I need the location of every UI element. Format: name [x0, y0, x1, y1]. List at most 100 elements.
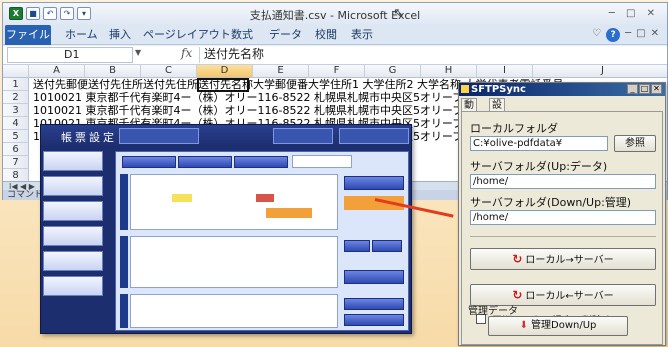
settings-button — [372, 240, 402, 252]
tab-file[interactable]: ファイル — [5, 25, 51, 45]
sync-icon: ↻ — [512, 288, 523, 302]
upload-button[interactable]: ↻ ローカル→サーバー — [470, 248, 656, 270]
column-header[interactable]: D — [197, 65, 253, 78]
sidebar-item — [43, 226, 103, 246]
chevron-down-icon[interactable]: ▼ — [135, 48, 141, 57]
column-header[interactable]: C — [141, 65, 197, 78]
maximize-icon[interactable]: □ — [639, 84, 650, 94]
table-row[interactable]: 1010021 東京都千代有楽町4ー（株）オリー116-8522 札幌県札幌市中… — [33, 104, 507, 117]
sidebar-item — [43, 151, 103, 171]
settings-section-bar — [120, 236, 128, 288]
divider — [470, 236, 656, 237]
column-header[interactable]: A — [29, 65, 85, 78]
formula-bar: D1 ▼ fx 送付先名称 — [3, 46, 667, 65]
settings-highlight — [256, 194, 274, 202]
column-header[interactable]: J — [533, 65, 667, 78]
ribbon-tabs: ファイル ホーム 挿入 ページレイアウト 数式 データ 校閲 表示 ♡ ? ─ … — [3, 25, 667, 45]
manage-download-upload-button[interactable]: ⬇ 管理Down/Up — [488, 316, 628, 336]
settings-tab-button — [119, 128, 199, 144]
settings-sidebar — [43, 151, 109, 331]
settings-button — [344, 270, 404, 284]
favorite-icon[interactable]: ♡ — [592, 28, 601, 42]
formula-input[interactable]: 送付先名称 — [199, 47, 659, 63]
settings-button — [344, 298, 404, 310]
tab-insert[interactable]: 挿入 — [109, 25, 131, 45]
sidebar-item — [43, 201, 103, 221]
settings-section — [130, 236, 338, 288]
tab-formulas[interactable]: 数式 — [231, 25, 253, 45]
manage-button-label: 管理Down/Up — [531, 320, 597, 331]
column-header[interactable]: B — [85, 65, 141, 78]
download-icon: ⬇ — [519, 320, 528, 331]
sftp-title: SFTPSync — [471, 84, 526, 95]
sidebar-item — [43, 176, 103, 196]
restore-icon[interactable]: □ — [636, 28, 645, 42]
mouse-cursor-icon: ⇖ — [393, 6, 404, 21]
row-header[interactable]: 5 — [3, 130, 29, 143]
server-down-field[interactable]: /home/ — [470, 210, 656, 225]
close-icon[interactable]: ✕ — [651, 28, 659, 42]
sidebar-item — [43, 276, 103, 296]
settings-tab-button — [234, 156, 288, 168]
settings-title: 帳票設定 — [61, 131, 117, 144]
column-header[interactable]: G — [365, 65, 421, 78]
settings-tab-button — [178, 156, 232, 168]
close-icon[interactable]: ✕ — [651, 84, 662, 94]
excel-titlebar: X ■ ↶ ↷ ▾ 支払通知書.csv - Microsoft Excel ⇖ … — [3, 3, 667, 25]
window-controls[interactable]: ─ □ ✕ — [609, 8, 659, 19]
help-icon[interactable]: ? — [606, 28, 621, 42]
sidebar-item — [43, 251, 103, 271]
minimize-icon[interactable]: _ — [627, 84, 638, 94]
row-header[interactable]: 1 — [3, 78, 29, 91]
browse-button[interactable]: 参照 — [614, 135, 656, 152]
settings-field — [292, 155, 352, 168]
settings-header: 帳票設定 — [41, 125, 411, 147]
tab-data[interactable]: データ — [269, 25, 302, 45]
settings-tab-button — [339, 128, 409, 144]
settings-tab-button — [273, 128, 333, 144]
column-header[interactable]: H — [421, 65, 477, 78]
sftp-window-controls: _ □ ✕ — [627, 84, 662, 94]
local-folder-field[interactable]: C:¥olive-pdfdata¥ — [470, 136, 608, 151]
row-header[interactable]: 4 — [3, 117, 29, 130]
settings-section-bar — [120, 174, 128, 230]
settings-main-panel — [115, 151, 409, 331]
tab-page-layout[interactable]: ページレイアウト — [143, 25, 231, 45]
table-row[interactable]: 1010021 東京都千代有楽町4ー（株）オリー116-8522 札幌県札幌市中… — [33, 91, 507, 104]
settings-tab-button — [122, 156, 176, 168]
tab-settings[interactable]: 設定 — [489, 98, 505, 124]
sync-icon: ↻ — [512, 252, 523, 266]
settings-section-bar — [120, 294, 128, 328]
row-header[interactable]: 6 — [3, 143, 29, 156]
row-header[interactable]: 7 — [3, 156, 29, 169]
column-header[interactable]: E — [253, 65, 309, 78]
select-all-corner[interactable] — [3, 65, 29, 78]
row-header[interactable]: 8 — [3, 169, 29, 181]
tab-home[interactable]: ホーム — [65, 25, 98, 45]
minimize-icon[interactable]: ─ — [625, 28, 631, 42]
settings-button — [344, 240, 370, 252]
server-down-label: サーバフォルダ(Down/Up:管理) — [470, 196, 632, 209]
settings-highlight — [172, 194, 192, 202]
tab-review[interactable]: 校閲 — [315, 25, 337, 45]
settings-button — [344, 176, 404, 190]
name-box[interactable]: D1 — [7, 47, 133, 63]
column-header[interactable]: I — [477, 65, 533, 78]
fx-icon[interactable]: fx — [181, 46, 192, 60]
tab-view[interactable]: 表示 — [351, 25, 373, 45]
row-header[interactable]: 2 — [3, 91, 29, 104]
row-header[interactable]: 3 — [3, 104, 29, 117]
sftp-titlebar: SFTPSync _ □ ✕ — [459, 83, 665, 96]
local-folder-label: ローカルフォルダ — [470, 122, 558, 135]
download-button-label: ローカル←サーバー — [525, 291, 614, 302]
ribbon-tools: ♡ ? ─ □ ✕ — [592, 28, 659, 42]
settings-section — [130, 294, 338, 328]
server-up-label: サーバフォルダ(Up:データ) — [470, 160, 608, 173]
selected-cell[interactable] — [197, 78, 249, 92]
server-up-field[interactable]: /home/ — [470, 174, 656, 189]
column-header[interactable]: F — [309, 65, 365, 78]
settings-screenshot: 帳票設定 — [40, 124, 412, 334]
app-icon — [461, 85, 469, 93]
tab-action[interactable]: 動作 — [461, 98, 477, 124]
settings-button — [344, 314, 404, 326]
